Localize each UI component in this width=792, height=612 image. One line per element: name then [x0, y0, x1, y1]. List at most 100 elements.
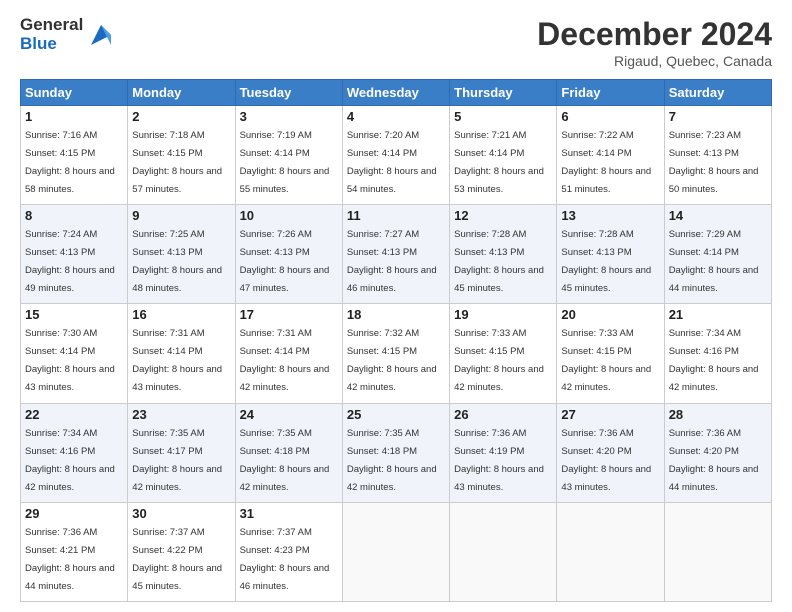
day-number: 4	[347, 109, 445, 124]
header-cell-wednesday: Wednesday	[342, 80, 449, 106]
day-number: 11	[347, 208, 445, 223]
day-cell: 14Sunrise: 7:29 AMSunset: 4:14 PMDayligh…	[664, 205, 771, 304]
day-cell: 4 Sunrise: 7:20 AMSunset: 4:14 PMDaylight…	[342, 106, 449, 205]
day-info: Sunrise: 7:26 AMSunset: 4:13 PMDaylight:…	[240, 229, 330, 294]
day-cell: 3Sunrise: 7:19 AMSunset: 4:14 PMDaylight…	[235, 106, 342, 205]
day-info: Sunrise: 7:31 AMSunset: 4:14 PMDaylight:…	[240, 328, 330, 393]
day-number: 10	[240, 208, 338, 223]
day-info: Sunrise: 7:34 AMSunset: 4:16 PMDaylight:…	[25, 428, 115, 493]
day-cell: 30 Sunrise: 7:37 AMSunset: 4:22 PMDayligh…	[128, 502, 235, 601]
day-number: 27	[561, 407, 659, 422]
day-info: Sunrise: 7:18 AMSunset: 4:15 PMDaylight:…	[132, 130, 222, 195]
week-row-3: 15Sunrise: 7:30 AMSunset: 4:14 PMDayligh…	[21, 304, 772, 403]
logo-blue: Blue	[20, 35, 83, 54]
day-info: Sunrise: 7:30 AMSunset: 4:14 PMDaylight:…	[25, 328, 115, 393]
day-info: Sunrise: 7:25 AMSunset: 4:13 PMDaylight:…	[132, 229, 222, 294]
day-cell: 2Sunrise: 7:18 AMSunset: 4:15 PMDaylight…	[128, 106, 235, 205]
day-number: 5	[454, 109, 552, 124]
day-number: 20	[561, 307, 659, 322]
week-row-1: 1Sunrise: 7:16 AMSunset: 4:15 PMDaylight…	[21, 106, 772, 205]
day-cell: 16 Sunrise: 7:31 AMSunset: 4:14 PMDayligh…	[128, 304, 235, 403]
header-cell-saturday: Saturday	[664, 80, 771, 106]
day-info: Sunrise: 7:21 AMSunset: 4:14 PMDaylight:…	[454, 130, 544, 195]
day-cell: 27 Sunrise: 7:36 AMSunset: 4:20 PMDayligh…	[557, 403, 664, 502]
day-number: 6	[561, 109, 659, 124]
day-cell: 5 Sunrise: 7:21 AMSunset: 4:14 PMDaylight…	[450, 106, 557, 205]
title-location: Rigaud, Quebec, Canada	[537, 53, 772, 69]
logo-general: General	[20, 16, 83, 35]
week-row-5: 29Sunrise: 7:36 AMSunset: 4:21 PMDayligh…	[21, 502, 772, 601]
day-info: Sunrise: 7:32 AMSunset: 4:15 PMDaylight:…	[347, 328, 437, 393]
day-cell: 31Sunrise: 7:37 AMSunset: 4:23 PMDayligh…	[235, 502, 342, 601]
calendar-header-row: SundayMondayTuesdayWednesdayThursdayFrid…	[21, 80, 772, 106]
page: General Blue December 2024 Rigaud, Quebe…	[0, 0, 792, 612]
day-cell	[557, 502, 664, 601]
day-info: Sunrise: 7:19 AMSunset: 4:14 PMDaylight:…	[240, 130, 330, 195]
day-info: Sunrise: 7:27 AMSunset: 4:13 PMDaylight:…	[347, 229, 437, 294]
day-number: 23	[132, 407, 230, 422]
header-cell-tuesday: Tuesday	[235, 80, 342, 106]
day-number: 9	[132, 208, 230, 223]
day-number: 28	[669, 407, 767, 422]
day-info: Sunrise: 7:35 AMSunset: 4:18 PMDaylight:…	[347, 428, 437, 493]
day-cell	[450, 502, 557, 601]
day-info: Sunrise: 7:31 AMSunset: 4:14 PMDaylight:…	[132, 328, 222, 393]
day-info: Sunrise: 7:22 AMSunset: 4:14 PMDaylight:…	[561, 130, 651, 195]
day-cell: 13Sunrise: 7:28 AMSunset: 4:13 PMDayligh…	[557, 205, 664, 304]
day-cell: 8Sunrise: 7:24 AMSunset: 4:13 PMDaylight…	[21, 205, 128, 304]
day-info: Sunrise: 7:35 AMSunset: 4:18 PMDaylight:…	[240, 428, 330, 493]
day-info: Sunrise: 7:29 AMSunset: 4:14 PMDaylight:…	[669, 229, 759, 294]
day-info: Sunrise: 7:34 AMSunset: 4:16 PMDaylight:…	[669, 328, 759, 393]
day-info: Sunrise: 7:35 AMSunset: 4:17 PMDaylight:…	[132, 428, 222, 493]
week-row-2: 8Sunrise: 7:24 AMSunset: 4:13 PMDaylight…	[21, 205, 772, 304]
day-cell: 7 Sunrise: 7:23 AMSunset: 4:13 PMDaylight…	[664, 106, 771, 205]
calendar-body: 1Sunrise: 7:16 AMSunset: 4:15 PMDaylight…	[21, 106, 772, 602]
day-info: Sunrise: 7:20 AMSunset: 4:14 PMDaylight:…	[347, 130, 437, 195]
day-cell: 23 Sunrise: 7:35 AMSunset: 4:17 PMDayligh…	[128, 403, 235, 502]
day-info: Sunrise: 7:24 AMSunset: 4:13 PMDaylight:…	[25, 229, 115, 294]
day-info: Sunrise: 7:36 AMSunset: 4:21 PMDaylight:…	[25, 527, 115, 592]
header-cell-monday: Monday	[128, 80, 235, 106]
header-cell-sunday: Sunday	[21, 80, 128, 106]
day-number: 30	[132, 506, 230, 521]
day-cell: 11 Sunrise: 7:27 AMSunset: 4:13 PMDayligh…	[342, 205, 449, 304]
day-cell: 10 Sunrise: 7:26 AMSunset: 4:13 PMDayligh…	[235, 205, 342, 304]
day-cell: 22 Sunrise: 7:34 AMSunset: 4:16 PMDayligh…	[21, 403, 128, 502]
day-cell: 18Sunrise: 7:32 AMSunset: 4:15 PMDayligh…	[342, 304, 449, 403]
day-number: 13	[561, 208, 659, 223]
day-info: Sunrise: 7:36 AMSunset: 4:20 PMDaylight:…	[669, 428, 759, 493]
logo-icon	[87, 21, 115, 49]
day-cell: 20Sunrise: 7:33 AMSunset: 4:15 PMDayligh…	[557, 304, 664, 403]
header-cell-friday: Friday	[557, 80, 664, 106]
calendar-table: SundayMondayTuesdayWednesdayThursdayFrid…	[20, 79, 772, 602]
logo: General Blue	[20, 16, 115, 53]
day-number: 24	[240, 407, 338, 422]
day-cell: 26Sunrise: 7:36 AMSunset: 4:19 PMDayligh…	[450, 403, 557, 502]
day-number: 22	[25, 407, 123, 422]
day-cell: 6 Sunrise: 7:22 AMSunset: 4:14 PMDaylight…	[557, 106, 664, 205]
day-cell: 17 Sunrise: 7:31 AMSunset: 4:14 PMDayligh…	[235, 304, 342, 403]
day-number: 7	[669, 109, 767, 124]
day-number: 19	[454, 307, 552, 322]
day-number: 31	[240, 506, 338, 521]
day-number: 25	[347, 407, 445, 422]
day-number: 16	[132, 307, 230, 322]
day-info: Sunrise: 7:33 AMSunset: 4:15 PMDaylight:…	[454, 328, 544, 393]
day-cell	[664, 502, 771, 601]
header: General Blue December 2024 Rigaud, Quebe…	[20, 16, 772, 69]
day-cell: 24 Sunrise: 7:35 AMSunset: 4:18 PMDayligh…	[235, 403, 342, 502]
day-info: Sunrise: 7:36 AMSunset: 4:19 PMDaylight:…	[454, 428, 544, 493]
day-info: Sunrise: 7:28 AMSunset: 4:13 PMDaylight:…	[454, 229, 544, 294]
day-info: Sunrise: 7:23 AMSunset: 4:13 PMDaylight:…	[669, 130, 759, 195]
day-cell: 21Sunrise: 7:34 AMSunset: 4:16 PMDayligh…	[664, 304, 771, 403]
day-cell: 19 Sunrise: 7:33 AMSunset: 4:15 PMDayligh…	[450, 304, 557, 403]
day-number: 12	[454, 208, 552, 223]
day-info: Sunrise: 7:36 AMSunset: 4:20 PMDaylight:…	[561, 428, 651, 493]
day-cell: 28 Sunrise: 7:36 AMSunset: 4:20 PMDayligh…	[664, 403, 771, 502]
day-number: 17	[240, 307, 338, 322]
week-row-4: 22 Sunrise: 7:34 AMSunset: 4:16 PMDayligh…	[21, 403, 772, 502]
day-cell: 25 Sunrise: 7:35 AMSunset: 4:18 PMDayligh…	[342, 403, 449, 502]
title-area: December 2024 Rigaud, Quebec, Canada	[537, 16, 772, 69]
day-info: Sunrise: 7:37 AMSunset: 4:22 PMDaylight:…	[132, 527, 222, 592]
title-month: December 2024	[537, 16, 772, 53]
